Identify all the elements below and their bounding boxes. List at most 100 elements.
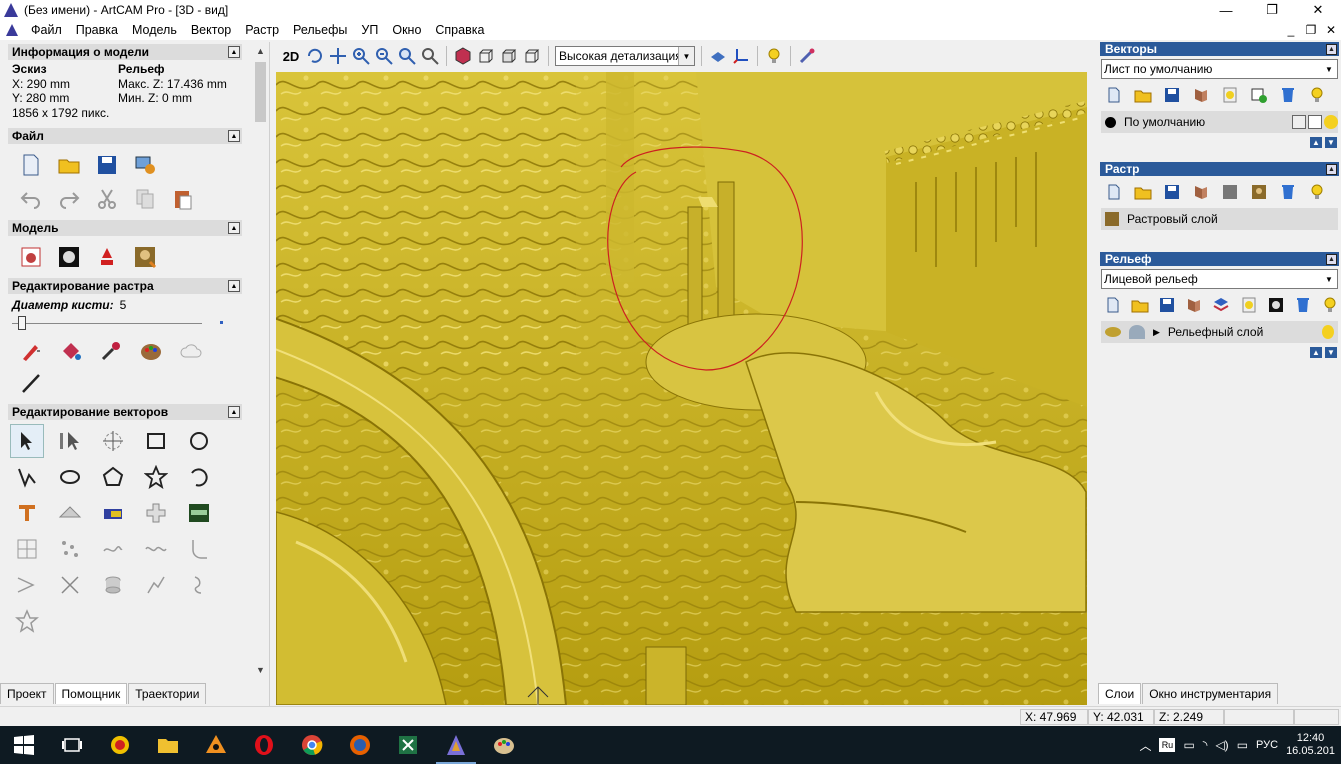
redo-icon[interactable] xyxy=(54,184,84,214)
setup-model-icon[interactable] xyxy=(130,150,160,180)
pan-icon[interactable] xyxy=(328,46,348,66)
fillet-icon[interactable] xyxy=(182,532,216,566)
text-tool-icon[interactable] xyxy=(10,496,44,530)
zoom-in-icon[interactable] xyxy=(351,46,371,66)
extrude-icon[interactable] xyxy=(96,568,130,602)
excel-icon[interactable] xyxy=(384,726,432,764)
collapse-icon[interactable]: ▲ xyxy=(228,280,240,292)
relief-layer[interactable]: ▶ Рельефный слой xyxy=(1101,321,1338,343)
relief-grayscale-icon[interactable] xyxy=(1265,295,1287,315)
raster-bulb-icon[interactable] xyxy=(1305,182,1329,202)
node-edit-icon[interactable] xyxy=(53,424,87,458)
trim-icon[interactable] xyxy=(53,568,87,602)
tab-layers[interactable]: Слои xyxy=(1098,683,1142,704)
raster-layer[interactable]: Растровый слой xyxy=(1101,208,1338,230)
artcam-taskbar-icon[interactable] xyxy=(432,726,480,764)
lock-icon[interactable] xyxy=(1292,115,1306,129)
visibility-bulb-icon[interactable] xyxy=(1322,325,1334,339)
relief-header[interactable]: Рельеф ▲ xyxy=(1100,252,1339,266)
raster-header[interactable]: Растр ▲ xyxy=(1100,162,1339,176)
menu-window[interactable]: Окно xyxy=(385,23,428,37)
menu-file[interactable]: Файл xyxy=(24,23,69,37)
fill-bucket-icon[interactable] xyxy=(56,336,86,366)
new-raster-icon[interactable] xyxy=(1102,182,1126,202)
paint-icon[interactable] xyxy=(480,726,528,764)
slider-knob[interactable] xyxy=(17,316,26,330)
collapse-icon[interactable]: ▲ xyxy=(228,222,240,234)
document-icon[interactable] xyxy=(6,24,18,36)
weld-icon[interactable] xyxy=(139,496,173,530)
minimize-button[interactable]: — xyxy=(1203,0,1249,20)
rotate-view-icon[interactable] xyxy=(305,46,325,66)
firefox-icon[interactable] xyxy=(336,726,384,764)
move-relief-down-icon[interactable]: ▼ xyxy=(1325,347,1337,358)
save-relief-icon[interactable] xyxy=(1156,295,1178,315)
expand-arrow-icon[interactable]: ▶ xyxy=(1153,327,1160,338)
tab-assistant[interactable]: Помощник xyxy=(54,683,128,704)
add-layer-icon[interactable] xyxy=(1247,85,1271,105)
axes-icon[interactable] xyxy=(731,46,751,66)
bitmap-to-vector-icon[interactable] xyxy=(96,496,130,530)
select-arrow-icon[interactable] xyxy=(10,424,44,458)
relief-bulb-layer-icon[interactable] xyxy=(1238,295,1260,315)
move-relief-up-icon[interactable]: ▲ xyxy=(1310,347,1322,358)
wave-icon[interactable] xyxy=(139,532,173,566)
bitmap-grayscale-icon[interactable] xyxy=(54,242,84,272)
start-button[interactable] xyxy=(0,726,48,764)
circle-icon[interactable] xyxy=(182,424,216,458)
delete-layer-icon[interactable] xyxy=(1276,85,1300,105)
cut-icon[interactable] xyxy=(92,184,122,214)
image-raster-icon[interactable] xyxy=(1247,182,1271,202)
language-badge[interactable]: Ru xyxy=(1159,738,1176,752)
mdi-close-button[interactable]: ✕ xyxy=(1321,23,1341,37)
vector-sheet-dropdown[interactable]: Лист по умолчанию ▼ xyxy=(1101,59,1338,79)
open-relief-icon[interactable] xyxy=(1129,295,1151,315)
clock[interactable]: 12:40 16.05.201 xyxy=(1286,732,1335,758)
material-icon[interactable] xyxy=(797,46,817,66)
collapse-icon[interactable]: ▲ xyxy=(1326,253,1337,265)
grayscale-raster-icon[interactable] xyxy=(1218,182,1242,202)
vector-edit-header[interactable]: Редактирование векторов ▲ xyxy=(8,404,242,420)
scroll-up-icon[interactable]: ▲ xyxy=(252,42,269,59)
front-view-icon[interactable] xyxy=(476,46,496,66)
rectangle-icon[interactable] xyxy=(139,424,173,458)
detail-level-dropdown[interactable]: Высокая детализация ▼ xyxy=(555,46,695,66)
merge-raster-icon[interactable] xyxy=(1189,182,1213,202)
menu-model[interactable]: Модель xyxy=(125,23,184,37)
iso-view-icon[interactable] xyxy=(453,46,473,66)
pencil-draw-icon[interactable] xyxy=(16,336,46,366)
smooth-icon[interactable] xyxy=(96,532,130,566)
text-on-curve-icon[interactable] xyxy=(182,496,216,530)
grid-vector-icon[interactable] xyxy=(10,532,44,566)
visibility-bulb-icon[interactable] xyxy=(1324,115,1338,129)
side-view-icon[interactable] xyxy=(499,46,519,66)
merge-layer-icon[interactable] xyxy=(1189,85,1213,105)
chrome-icon[interactable] xyxy=(288,726,336,764)
menu-help[interactable]: Справка xyxy=(428,23,491,37)
save-model-icon[interactable] xyxy=(92,150,122,180)
polyline-icon[interactable] xyxy=(10,460,44,494)
chevron-down-icon[interactable]: ▼ xyxy=(1321,60,1337,78)
tab-toolbox[interactable]: Окно инструментария xyxy=(1142,683,1279,704)
polygon-icon[interactable] xyxy=(96,460,130,494)
undo-icon[interactable] xyxy=(16,184,46,214)
collapse-icon[interactable]: ▲ xyxy=(228,46,240,58)
delete-raster-icon[interactable] xyxy=(1276,182,1300,202)
nodes-scatter-icon[interactable] xyxy=(53,532,87,566)
3d-view[interactable] xyxy=(276,72,1087,705)
network-icon[interactable]: ◝ xyxy=(1203,738,1208,752)
volume-icon[interactable]: ◁) xyxy=(1215,738,1228,752)
battery-icon[interactable]: ▭ xyxy=(1183,738,1194,752)
eyedropper-icon[interactable] xyxy=(96,336,126,366)
vector-to-bitmap-icon[interactable] xyxy=(53,496,87,530)
save-layer-icon[interactable] xyxy=(1160,85,1184,105)
open-raster-icon[interactable] xyxy=(1131,182,1155,202)
bend-icon[interactable] xyxy=(139,568,173,602)
search-app-icon[interactable] xyxy=(96,726,144,764)
cloud-icon[interactable] xyxy=(176,336,206,366)
menu-vector[interactable]: Вектор xyxy=(184,23,238,37)
brush-diameter-slider[interactable] xyxy=(12,316,223,330)
file-header[interactable]: Файл ▲ xyxy=(8,128,242,144)
opera-icon[interactable] xyxy=(240,726,288,764)
tab-project[interactable]: Проект xyxy=(0,683,54,704)
